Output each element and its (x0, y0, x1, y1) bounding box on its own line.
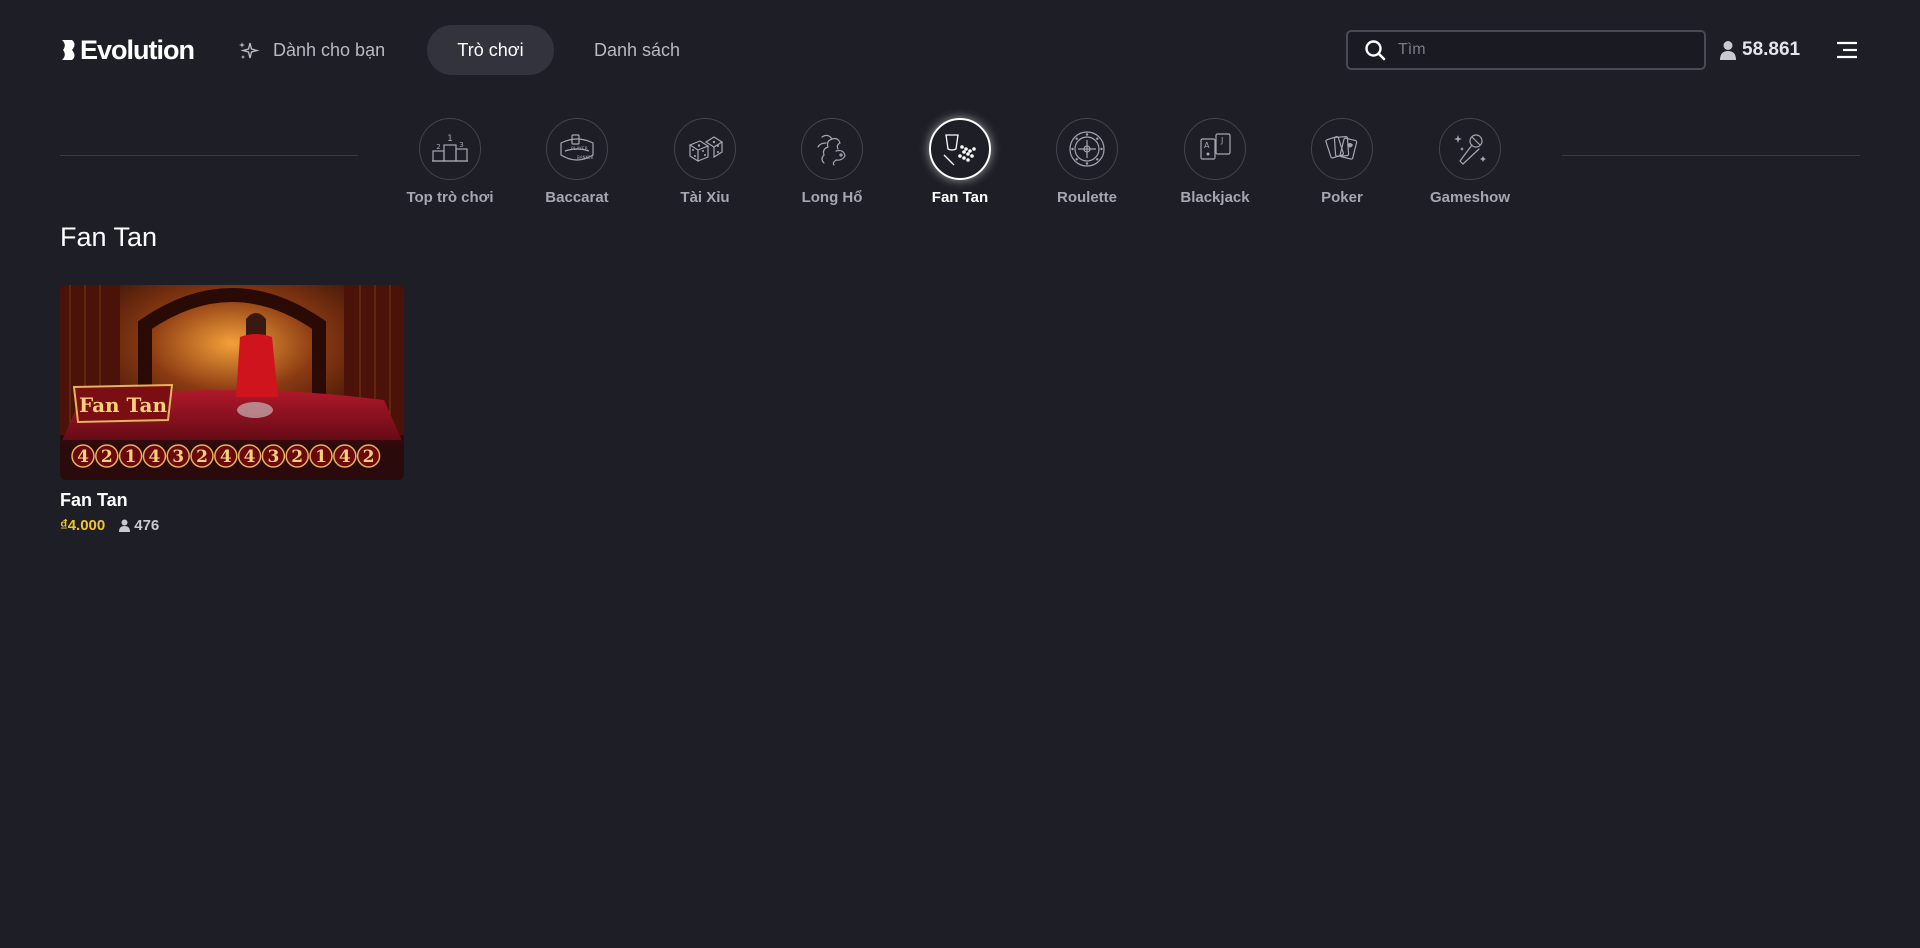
category-baccarat[interactable]: PLAYER BANKER Baccarat (517, 118, 637, 206)
category-icon-ring: PLAYER BANKER (546, 118, 608, 180)
category-divider-right (1562, 155, 1860, 156)
game-meta: ₫4.000 476 (60, 517, 404, 534)
category-icon-ring: 1 2 3 (419, 118, 481, 180)
baccarat-table-icon: PLAYER BANKER (560, 134, 594, 161)
result-number: 2 (363, 447, 375, 467)
search-input[interactable] (1398, 41, 1698, 59)
category-label: Gameshow (1429, 189, 1511, 206)
dice-icon (688, 136, 724, 163)
game-tile-fan-tan[interactable]: Fan Tan 4214324432142 Fan Tan ₫4.000 476 (60, 285, 404, 534)
svg-text:BANKER: BANKER (577, 155, 594, 160)
category-fan-tan[interactable]: Fan Tan (900, 118, 1020, 206)
roulette-wheel-icon (1069, 131, 1105, 167)
search-box[interactable] (1346, 30, 1706, 70)
nav-games[interactable]: Trò chơi (427, 25, 554, 75)
category-icon-ring (1439, 118, 1501, 180)
svg-text:J: J (1220, 136, 1223, 145)
category-top-games[interactable]: 1 2 3 Top trò chơi (390, 118, 510, 206)
logo-text: Evolution (80, 34, 195, 65)
category-icon-ring (1056, 118, 1118, 180)
result-number: 4 (339, 447, 351, 467)
evolution-logo[interactable]: Evolution (60, 34, 195, 66)
svg-text:A: A (1204, 141, 1210, 150)
game-title[interactable]: Fan Tan (60, 490, 404, 511)
nav-list[interactable]: Danh sách (564, 25, 710, 75)
dragon-tiger-icon (817, 134, 846, 166)
top-header: Evolution Dành cho bạn Trò chơi Danh sác… (0, 0, 1920, 100)
result-number: 3 (267, 447, 279, 467)
svg-text:3: 3 (459, 141, 463, 149)
category-icon-ring (674, 118, 736, 180)
evolution-logo-icon (62, 40, 75, 60)
result-number: 4 (77, 447, 89, 467)
podium-icon: 1 2 3 (432, 134, 468, 162)
category-label: Fan Tan (931, 189, 989, 206)
min-bet: ₫4.000 (60, 517, 106, 534)
cards-aj-icon: A J (1200, 133, 1231, 160)
category-tai-xiu[interactable]: Tài Xỉu (645, 118, 765, 206)
sparkle-icon (239, 42, 260, 59)
category-icon-ring (1311, 118, 1373, 180)
result-number: 2 (196, 447, 208, 467)
nav-for-you[interactable]: Dành cho bạn (208, 25, 415, 75)
nav-games-label: Trò chơi (457, 39, 524, 60)
category-label: Top trò chơi (406, 189, 494, 206)
player-count-value: 476 (134, 517, 160, 534)
user-icon (119, 519, 131, 532)
search-icon (1365, 40, 1386, 61)
category-roulette[interactable]: Roulette (1027, 118, 1147, 206)
fan-tan-icon (943, 134, 976, 166)
online-players: 58.861 (1720, 37, 1800, 63)
game-thumbnail-art: Fan Tan 4214324432142 (60, 285, 404, 480)
category-label: Roulette (1057, 189, 1117, 206)
category-blackjack[interactable]: A J Blackjack (1155, 118, 1275, 206)
section-title: Fan Tan (60, 222, 158, 252)
category-icon-ring (801, 118, 863, 180)
nav-for-you-label: Dành cho bạn (273, 39, 386, 60)
category-label: Tài Xỉu (680, 189, 730, 206)
result-number: 2 (101, 447, 113, 467)
category-label: Poker (1321, 189, 1363, 206)
svg-text:PLAYER: PLAYER (571, 146, 588, 152)
category-icon-ring: A J (1184, 118, 1246, 180)
category-gameshow[interactable]: Gameshow (1410, 118, 1530, 206)
result-number: 1 (315, 447, 327, 467)
category-icon-ring (929, 118, 991, 180)
microphone-icon (1454, 134, 1486, 165)
menu-icon[interactable] (1836, 38, 1858, 62)
player-count: 476 (119, 517, 159, 534)
result-number: 4 (244, 447, 256, 467)
online-players-count: 58.861 (1742, 39, 1801, 60)
poker-cards-icon (1325, 136, 1358, 160)
category-divider-left (60, 155, 358, 156)
svg-text:2: 2 (436, 143, 440, 151)
result-number: 4 (148, 447, 160, 467)
result-number: 3 (172, 447, 184, 467)
game-thumbnail[interactable]: Fan Tan 4214324432142 (60, 285, 404, 480)
result-number: 2 (291, 447, 303, 467)
category-label: Blackjack (1180, 189, 1250, 206)
category-label: Baccarat (545, 189, 609, 206)
category-label: Long Hổ (801, 189, 863, 206)
result-number: 4 (220, 447, 232, 467)
user-icon (1720, 41, 1736, 60)
thumbnail-logo-text: Fan Tan (79, 393, 167, 417)
result-number: 1 (125, 447, 137, 467)
nav-list-label: Danh sách (594, 39, 681, 60)
svg-text:1: 1 (447, 134, 453, 144)
category-long-ho[interactable]: Long Hổ (772, 118, 892, 206)
category-poker[interactable]: Poker (1282, 118, 1402, 206)
